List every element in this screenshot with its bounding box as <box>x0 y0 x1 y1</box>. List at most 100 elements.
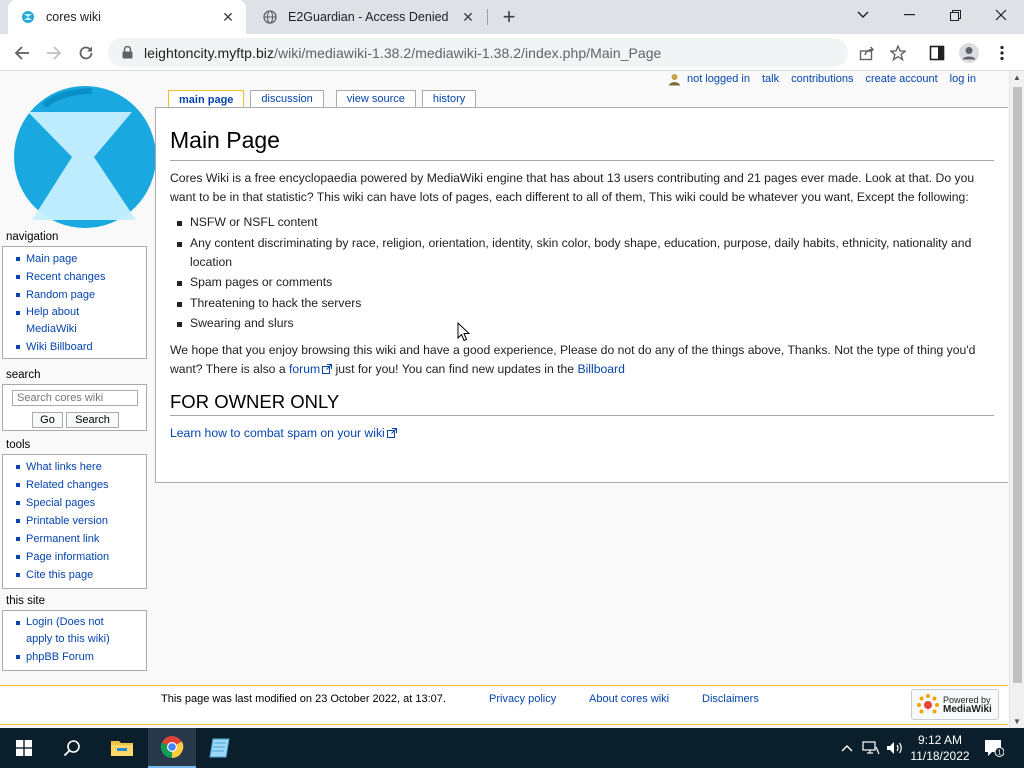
file-explorer-icon[interactable] <box>98 728 146 768</box>
share-icon[interactable] <box>854 40 880 66</box>
sidebar-item-special-pages[interactable]: Special pages <box>3 494 146 512</box>
log-in-link[interactable]: log in <box>950 73 976 86</box>
windows-start-icon[interactable] <box>0 728 48 768</box>
network-icon[interactable] <box>860 728 882 768</box>
search-heading: search <box>6 369 41 381</box>
sidebar-item-login[interactable]: Login (Does not apply to this wiki) <box>3 614 146 648</box>
scroll-down-icon[interactable]: ▼ <box>1013 717 1021 726</box>
tools-heading: tools <box>6 439 31 451</box>
scrollbar-thumb[interactable] <box>1013 87 1022 683</box>
mouse-cursor-icon <box>457 322 471 342</box>
url-text: leightoncity.myftp.biz/wiki/mediawiki-1.… <box>144 44 662 61</box>
not-logged-in-link[interactable]: not logged in <box>687 73 750 86</box>
tab-cores-wiki[interactable]: cores wiki ✕ <box>8 0 246 34</box>
tray-chevron-icon[interactable] <box>838 728 856 768</box>
forward-icon[interactable] <box>41 40 67 66</box>
section-heading: FOR OWNER ONLY <box>170 391 994 416</box>
close-tab-icon[interactable]: ✕ <box>458 7 478 27</box>
outro-text-2: just for you! You can find new updates i… <box>335 362 575 376</box>
navigation-heading: navigation <box>6 231 59 243</box>
sidebar-item-what-links-here[interactable]: What links here <box>3 458 146 476</box>
sidebar-item-random-page[interactable]: Random page <box>3 286 146 304</box>
content-action-tabs: main page discussion view source history <box>168 90 482 108</box>
contributions-link[interactable]: contributions <box>791 73 853 86</box>
powered-by-text: Powered by <box>943 694 991 705</box>
tab-title: E2Guardian - Access Denied <box>288 10 449 24</box>
tab-discussion[interactable]: discussion <box>250 90 324 107</box>
create-account-link[interactable]: create account <box>866 73 938 86</box>
external-link-icon <box>386 428 397 438</box>
this-site-heading: this site <box>6 595 45 607</box>
sidebar-item-printable-version[interactable]: Printable version <box>3 512 146 530</box>
profile-icon[interactable] <box>956 40 982 66</box>
sidebar-item-main-page[interactable]: Main page <box>3 250 146 268</box>
outro-paragraph: We hope that you enjoy browsing this wik… <box>170 341 994 379</box>
close-window-icon[interactable] <box>978 0 1024 30</box>
clock-time: 9:12 AM <box>917 733 963 747</box>
go-button[interactable]: Go <box>32 412 63 428</box>
list-item: Any content discriminating by race, reli… <box>177 234 994 272</box>
talk-link[interactable]: talk <box>762 73 779 86</box>
mediawiki-logo-icon <box>917 693 939 713</box>
intro-paragraph: Cores Wiki is a free encyclopaedia power… <box>170 171 975 204</box>
sidebar-item-page-information[interactable]: Page information <box>3 548 146 566</box>
page-footer: This page was last modified on 23 Octobe… <box>0 685 1008 725</box>
menu-icon[interactable] <box>989 40 1015 66</box>
search-input[interactable]: Search cores wiki <box>12 390 138 406</box>
page-viewport: not logged in talk contributions create … <box>0 71 1024 728</box>
chrome-icon[interactable] <box>148 728 196 768</box>
about-link[interactable]: About cores wiki <box>589 693 669 705</box>
back-icon[interactable] <box>9 40 35 66</box>
billboard-link[interactable]: Billboard <box>577 362 624 376</box>
tab-separator <box>487 9 488 25</box>
close-tab-icon[interactable]: ✕ <box>218 7 238 27</box>
list-item: Swearing and slurs <box>177 314 994 333</box>
browser-tab-bar: cores wiki ✕ E2Guardian - Access Denied … <box>0 0 1024 34</box>
scroll-up-icon[interactable]: ▲ <box>1013 73 1021 82</box>
sidebar-item-help[interactable]: Help about MediaWiki <box>3 304 146 338</box>
restore-icon[interactable] <box>932 0 978 30</box>
powered-by-mediawiki-badge[interactable]: Powered by MediaWiki <box>911 689 999 720</box>
rules-list: NSFW or NSFL content Any content discrim… <box>177 213 994 333</box>
privacy-policy-link[interactable]: Privacy policy <box>489 693 556 705</box>
new-tab-icon[interactable]: + <box>497 4 521 29</box>
tab-history[interactable]: history <box>421 90 477 107</box>
combat-spam-link[interactable]: Learn how to combat spam on your wiki <box>170 426 397 440</box>
lock-icon[interactable] <box>120 46 134 60</box>
sidebar-item-recent-changes[interactable]: Recent changes <box>3 268 146 286</box>
personal-tools: not logged in talk contributions create … <box>668 73 988 86</box>
main-content: Main Page Cores Wiki is a free encyclopa… <box>155 107 1008 483</box>
disclaimers-link[interactable]: Disclaimers <box>702 693 759 705</box>
system-clock[interactable]: 9:12 AM 11/18/2022 <box>900 732 980 764</box>
forum-link[interactable]: forum <box>289 362 333 376</box>
clock-date: 11/18/2022 <box>910 749 970 763</box>
tab-search-icon[interactable] <box>840 0 886 30</box>
mediawiki-text: MediaWiki <box>943 703 992 715</box>
tab-e2guardian[interactable]: E2Guardian - Access Denied ✕ <box>250 0 486 34</box>
notification-count: 1 <box>998 750 1002 757</box>
sidepanel-icon[interactable] <box>924 40 950 66</box>
tab-view-source[interactable]: view source <box>335 90 416 107</box>
sidebar-item-cite-this-page[interactable]: Cite this page <box>3 566 146 584</box>
sidebar-item-wiki-billboard[interactable]: Wiki Billboard <box>3 338 146 356</box>
sidebar-item-phpbb-forum[interactable]: phpBB Forum <box>3 648 146 666</box>
tools-portlet: What links here Related changes Special … <box>2 454 147 589</box>
user-icon <box>669 74 680 86</box>
spam-paragraph: Learn how to combat spam on your wiki <box>170 424 994 443</box>
notification-center-icon[interactable]: 1 <box>982 728 1006 768</box>
reload-icon[interactable] <box>73 40 99 66</box>
sidebar-item-permanent-link[interactable]: Permanent link <box>3 530 146 548</box>
windows-taskbar: 9:12 AM 11/18/2022 1 <box>0 728 1024 768</box>
star-icon[interactable] <box>885 40 911 66</box>
address-bar[interactable]: leightoncity.myftp.biz/wiki/mediawiki-1.… <box>108 38 848 67</box>
notepad-app-icon[interactable] <box>196 728 244 768</box>
minimize-icon[interactable] <box>886 0 932 30</box>
sidebar-item-related-changes[interactable]: Related changes <box>3 476 146 494</box>
tab-main-page[interactable]: main page <box>168 90 245 108</box>
search-button[interactable]: Search <box>66 412 119 428</box>
search-portlet: Search cores wiki Go Search <box>2 384 147 431</box>
vertical-scrollbar[interactable]: ▲ ▼ <box>1009 71 1024 728</box>
search-icon[interactable] <box>48 728 96 768</box>
external-link-icon <box>322 364 333 374</box>
wiki-logo[interactable] <box>14 86 156 228</box>
